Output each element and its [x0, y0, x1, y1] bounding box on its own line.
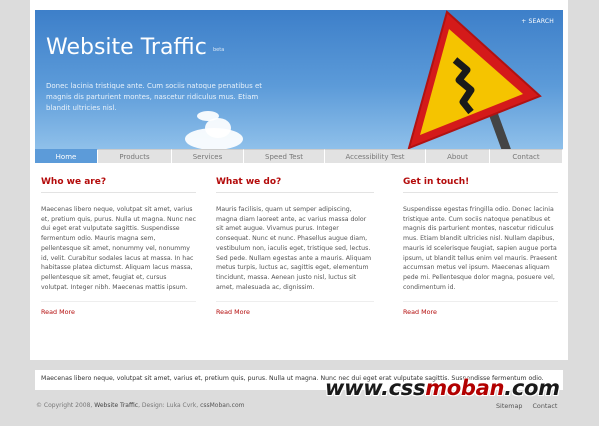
- tab-about[interactable]: About: [426, 149, 490, 163]
- footer-link-sitemap[interactable]: Sitemap: [496, 402, 522, 410]
- tab-accessibility-test[interactable]: Accessibility Test: [325, 149, 426, 163]
- footer-site-name: Website Traffic: [94, 402, 139, 409]
- column-body: Suspendisse egestas fringilla odio. Done…: [403, 206, 558, 291]
- column-title: Get in touch!: [403, 177, 558, 193]
- main-nav: Home Products Services Speed Test Access…: [35, 149, 563, 163]
- read-more-link[interactable]: Read More: [216, 301, 374, 316]
- copyright-text: © Copyright 2008,: [36, 402, 93, 409]
- tab-home[interactable]: Home: [35, 149, 98, 163]
- column-title: Who we are?: [41, 177, 196, 193]
- beta-badge: beta: [213, 47, 225, 53]
- read-more-link[interactable]: Read More: [41, 301, 196, 316]
- watermark-prefix: www.css: [325, 376, 426, 400]
- tab-products[interactable]: Products: [98, 149, 172, 163]
- road-sign-icon: [407, 10, 542, 149]
- tab-services[interactable]: Services: [172, 149, 244, 163]
- column-body: Mauris facilisis, quam ut semper adipisc…: [216, 206, 372, 291]
- watermark-suffix: .com: [504, 376, 560, 400]
- footer-link-contact[interactable]: Contact: [532, 402, 557, 410]
- site-title[interactable]: Website Traffic: [46, 35, 207, 60]
- footer-links: Sitemap Contact: [496, 402, 557, 410]
- tab-contact[interactable]: Contact: [490, 149, 563, 163]
- column-title: What we do?: [216, 177, 374, 193]
- design-credit: , Design: Luka Cvrk,: [138, 402, 199, 409]
- watermark-highlight: moban: [425, 376, 505, 400]
- footer-copyright: © Copyright 2008, Website Traffic, Desig…: [36, 402, 244, 409]
- design-link[interactable]: cssMoban.com: [200, 402, 244, 409]
- column-body: Maecenas libero neque, volutpat sit amet…: [41, 206, 196, 291]
- read-more-link[interactable]: Read More: [403, 301, 558, 316]
- column-who-we-are: Who we are? Maecenas libero neque, volut…: [41, 177, 196, 316]
- tab-speed-test[interactable]: Speed Test: [244, 149, 325, 163]
- watermark-logo: www.cssmoban.com: [325, 376, 560, 400]
- column-get-in-touch: Get in touch! Suspendisse egestas fringi…: [403, 177, 558, 316]
- column-what-we-do: What we do? Mauris facilisis, quam ut se…: [216, 177, 374, 316]
- cloud: [205, 118, 231, 138]
- header-intro: Donec lacinia tristique ante. Cum sociis…: [46, 82, 262, 112]
- header-banner: + SEARCH Website Traffic beta Donec laci…: [35, 10, 563, 149]
